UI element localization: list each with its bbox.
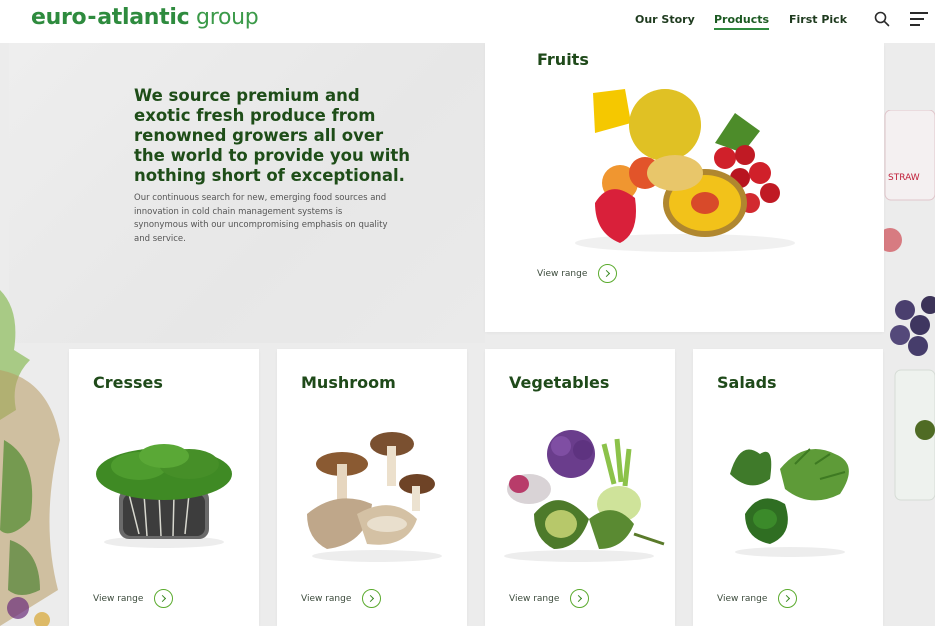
site-header: euro-atlantic group Our Story Products F…: [0, 0, 935, 43]
view-range-fruits-label: View range: [537, 268, 588, 279]
card-title-salads: Salads: [717, 373, 777, 392]
card-vegetables[interactable]: Vegetables View range: [485, 349, 675, 626]
nav-our-story[interactable]: Our Story: [635, 13, 695, 26]
main-nav: Our Story Products First Pick: [0, 13, 935, 33]
card-title-cresses: Cresses: [93, 373, 163, 392]
cresses-image: [96, 444, 232, 548]
view-range-vegetables-label: View range: [509, 593, 560, 604]
chevron-right-icon: [598, 264, 618, 283]
chevron-right-icon: [154, 589, 174, 608]
view-range-cresses[interactable]: View range: [93, 589, 174, 608]
card-mushroom[interactable]: Mushroom View range: [277, 349, 467, 626]
intro-heading: We source premium and exotic fresh produ…: [134, 86, 411, 185]
mushroom-image: [307, 432, 442, 562]
view-range-mushroom[interactable]: View range: [301, 589, 382, 608]
intro-block: We source premium and exotic fresh produ…: [134, 86, 414, 246]
intro-body: Our continuous search for new, emerging …: [134, 193, 388, 244]
menu-icon[interactable]: [910, 12, 928, 26]
svg-text:STRAW: STRAW: [888, 173, 920, 183]
spinach-bag-decoration: [0, 290, 70, 626]
nav-first-pick[interactable]: First Pick: [789, 13, 847, 26]
search-icon[interactable]: [874, 11, 890, 27]
salads-image: [730, 448, 849, 557]
card-title-fruits: Fruits: [537, 50, 589, 69]
fruits-image: [575, 89, 795, 252]
view-range-vegetables[interactable]: View range: [509, 589, 590, 608]
vegetables-image: [504, 430, 665, 562]
chevron-right-icon: [362, 589, 382, 608]
view-range-salads-label: View range: [717, 593, 768, 604]
card-title-vegetables: Vegetables: [509, 373, 610, 392]
card-title-mushroom: Mushroom: [301, 373, 396, 392]
card-cresses[interactable]: Cresses View range: [69, 349, 259, 626]
view-range-salads[interactable]: View range: [717, 589, 798, 608]
chevron-right-icon: [570, 589, 590, 608]
view-range-mushroom-label: View range: [301, 593, 352, 604]
chevron-right-icon: [778, 589, 798, 608]
nav-products[interactable]: Products: [714, 13, 770, 30]
view-range-cresses-label: View range: [93, 593, 144, 604]
view-range-fruits[interactable]: View range: [537, 264, 618, 283]
card-fruits[interactable]: Fruits View range: [485, 43, 884, 332]
card-salads[interactable]: Salads View range: [693, 349, 883, 626]
